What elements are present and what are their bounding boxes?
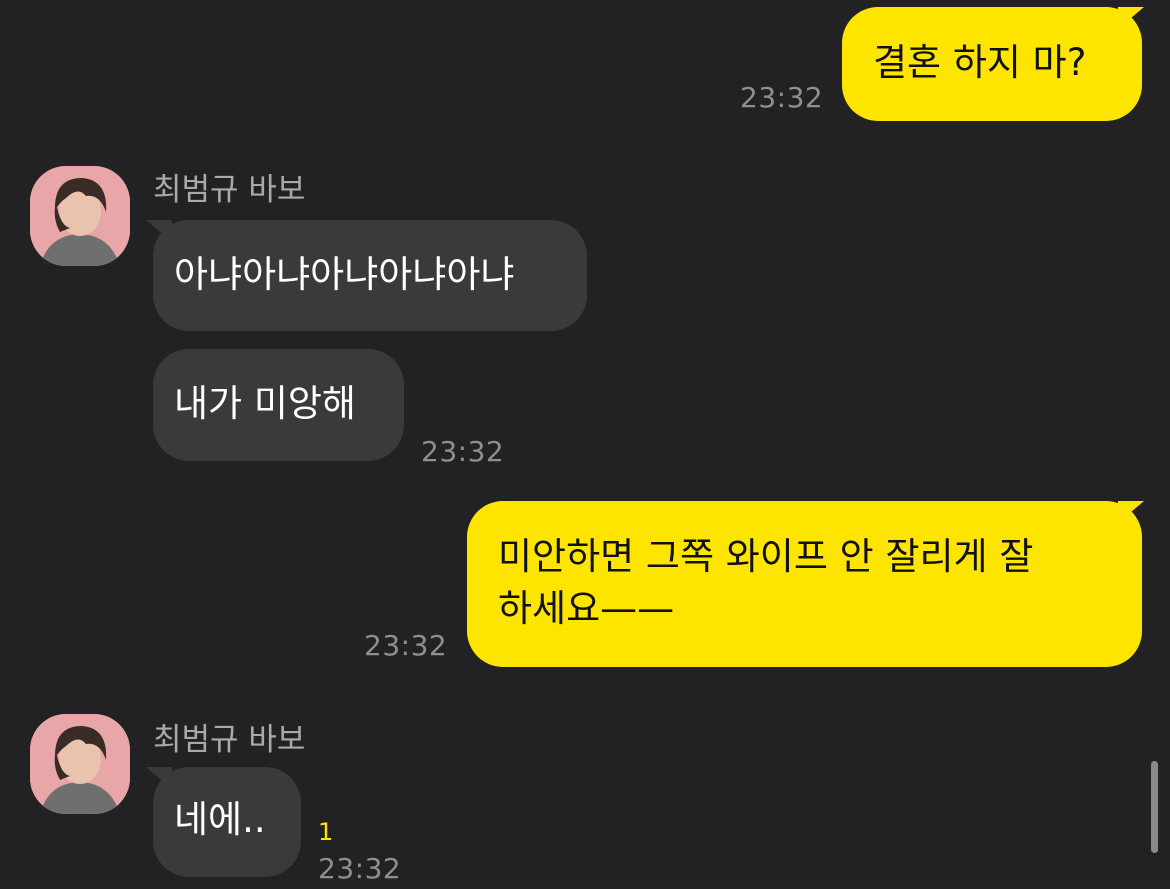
message-bubble-outgoing[interactable]: 미안하면 그쪽 와이프 안 잘리게 잘 하세요—— bbox=[467, 501, 1142, 667]
sender-name: 최범규 바보 bbox=[153, 722, 306, 758]
message-text-line-1: 미안하면 그쪽 와이프 안 잘리게 잘 bbox=[498, 535, 1034, 578]
message-text: 네에.. bbox=[174, 798, 266, 841]
message-bubble-outgoing[interactable]: 결혼 하지 마? bbox=[842, 7, 1142, 121]
message-text: 결혼 하지 마? bbox=[873, 41, 1087, 84]
message-text: 아냐아냐아냐아냐아냐 bbox=[174, 253, 515, 296]
message-bubble-incoming[interactable]: 네에.. bbox=[153, 767, 301, 877]
message-timestamp: 23:32 bbox=[364, 629, 448, 662]
avatar[interactable] bbox=[30, 714, 130, 814]
unread-count: 1 bbox=[318, 818, 334, 846]
message-timestamp: 23:32 bbox=[421, 435, 505, 468]
avatar-photo-icon bbox=[30, 166, 130, 266]
message-timestamp: 23:32 bbox=[740, 81, 824, 114]
message-bubble-incoming[interactable]: 내가 미앙해 bbox=[153, 349, 404, 461]
message-timestamp: 23:32 bbox=[318, 852, 402, 885]
scrollbar[interactable] bbox=[1151, 761, 1158, 853]
message-text-line-2: 하세요—— bbox=[498, 587, 675, 630]
sender-name: 최범규 바보 bbox=[153, 172, 306, 208]
message-text: 내가 미앙해 bbox=[174, 382, 356, 425]
avatar-photo-icon bbox=[30, 714, 130, 814]
avatar[interactable] bbox=[30, 166, 130, 266]
message-bubble-incoming[interactable]: 아냐아냐아냐아냐아냐 bbox=[153, 220, 587, 331]
